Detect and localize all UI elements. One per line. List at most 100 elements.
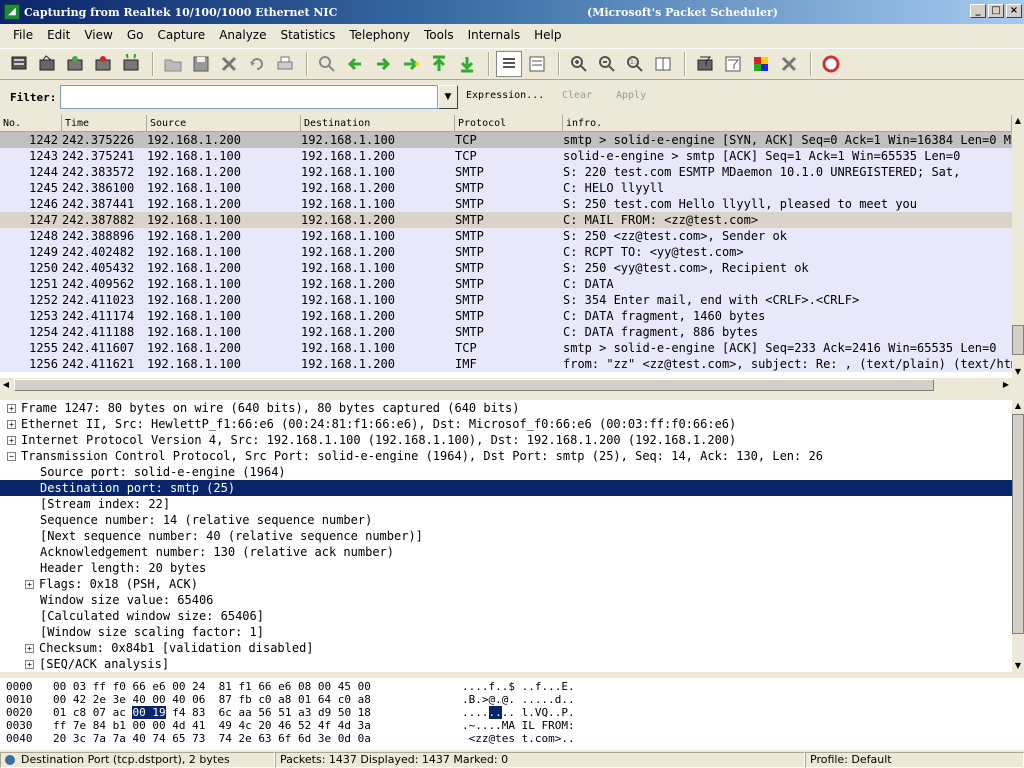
hex-row[interactable]: 0030 ff 7e 84 b1 00 00 4d 41 49 4c 20 46 … xyxy=(0,719,1024,732)
expand-icon[interactable]: + xyxy=(25,644,34,653)
go-last-icon[interactable] xyxy=(454,51,480,77)
collapse-icon[interactable]: − xyxy=(7,452,16,461)
zoom-out-icon[interactable] xyxy=(594,51,620,77)
packet-row[interactable]: 1255 242.411607 192.168.1.200 192.168.1.100… xyxy=(0,340,1012,356)
tree-node[interactable]: + Frame 1247: 80 bytes on wire (640 bits)… xyxy=(0,400,1012,416)
capture-options-icon[interactable] xyxy=(34,51,60,77)
capture-filters-icon[interactable] xyxy=(692,51,718,77)
hex-row[interactable]: 0020 01 c8 07 ac 00 19 f4 83 6c aa 56 51 … xyxy=(0,706,1024,719)
packet-row[interactable]: 1243 242.375241 192.168.1.100 192.168.1.200… xyxy=(0,148,1012,164)
preferences-icon[interactable] xyxy=(776,51,802,77)
restart-capture-icon[interactable] xyxy=(118,51,144,77)
filter-input[interactable] xyxy=(60,85,438,109)
close-file-icon[interactable] xyxy=(216,51,242,77)
packet-row[interactable]: 1252 242.411023 192.168.1.200 192.168.1.100… xyxy=(0,292,1012,308)
print-icon[interactable] xyxy=(272,51,298,77)
scroll-right-arrow-icon[interactable]: ▶ xyxy=(1000,379,1012,391)
clear-button[interactable]: Clear xyxy=(562,90,592,101)
apply-button[interactable]: Apply xyxy=(616,90,646,101)
expression-button[interactable]: Expression... xyxy=(466,90,544,101)
tree-node[interactable]: + Checksum: 0x84b1 [validation disabled] xyxy=(0,640,1012,656)
start-capture-icon[interactable] xyxy=(62,51,88,77)
auto-scroll-icon[interactable] xyxy=(524,51,550,77)
packet-row[interactable]: 1256 242.411621 192.168.1.100 192.168.1.200… xyxy=(0,356,1012,372)
packet-row[interactable]: 1245 242.386100 192.168.1.100 192.168.1.200… xyxy=(0,180,1012,196)
save-file-icon[interactable] xyxy=(188,51,214,77)
column-protocol[interactable]: Protocol xyxy=(455,115,563,131)
tree-node[interactable]: − Transmission Control Protocol, Src Port… xyxy=(0,448,1012,464)
packet-row[interactable]: 1254 242.411188 192.168.1.100 192.168.1.200… xyxy=(0,324,1012,340)
expand-icon[interactable]: + xyxy=(25,660,34,669)
expand-icon[interactable]: + xyxy=(7,420,16,429)
filter-dropdown-button[interactable]: ▼ xyxy=(438,85,458,109)
interfaces-icon[interactable] xyxy=(6,51,32,77)
status-profile[interactable]: Profile: Default xyxy=(805,752,1024,768)
tree-node[interactable]: Destination port: smtp (25) xyxy=(0,480,1012,496)
tree-node[interactable]: Source port: solid-e-engine (1964) xyxy=(0,464,1012,480)
tree-node[interactable]: + Internet Protocol Version 4, Src: 192.1… xyxy=(0,432,1012,448)
find-packet-icon[interactable] xyxy=(314,51,340,77)
minimize-button[interactable]: _ xyxy=(970,4,986,18)
coloring-rules-icon[interactable] xyxy=(748,51,774,77)
go-forward-icon[interactable] xyxy=(370,51,396,77)
go-first-icon[interactable] xyxy=(426,51,452,77)
hex-row[interactable]: 0010 00 42 2e 3e 40 00 40 06 87 fb c0 a8 … xyxy=(0,693,1024,706)
scroll-left-arrow-icon[interactable]: ◀ xyxy=(0,379,12,391)
packet-row[interactable]: 1249 242.402482 192.168.1.100 192.168.1.200… xyxy=(0,244,1012,260)
stop-capture-icon[interactable] xyxy=(90,51,116,77)
menu-statistics[interactable]: Statistics xyxy=(273,24,342,46)
tree-node[interactable]: + [SEQ/ACK analysis] xyxy=(0,656,1012,672)
tree-node[interactable]: Header length: 20 bytes xyxy=(0,560,1012,576)
expert-info-icon[interactable] xyxy=(5,755,15,765)
maximize-button[interactable]: □ xyxy=(988,4,1004,18)
close-button[interactable]: × xyxy=(1006,4,1022,18)
expand-icon[interactable]: + xyxy=(7,436,16,445)
reload-icon[interactable] xyxy=(244,51,270,77)
resize-columns-icon[interactable] xyxy=(650,51,676,77)
menu-edit[interactable]: Edit xyxy=(40,24,77,46)
expand-icon[interactable]: + xyxy=(7,404,16,413)
display-filters-icon[interactable] xyxy=(720,51,746,77)
menu-analyze[interactable]: Analyze xyxy=(212,24,273,46)
packet-list-scroll-thumb[interactable] xyxy=(1012,325,1024,355)
menu-help[interactable]: Help xyxy=(527,24,568,46)
packet-list-hscrollbar[interactable]: ◀ ▶ xyxy=(0,378,1012,392)
tree-node[interactable]: [Stream index: 22] xyxy=(0,496,1012,512)
tree-node[interactable]: + Ethernet II, Src: HewlettP_f1:66:e6 (00… xyxy=(0,416,1012,432)
details-scroll-thumb[interactable] xyxy=(1012,414,1024,634)
scroll-up-arrow-icon[interactable]: ▲ xyxy=(1012,115,1024,127)
details-scrollbar[interactable]: ▲ ▼ xyxy=(1012,400,1024,672)
tree-node[interactable]: + Flags: 0x18 (PSH, ACK) xyxy=(0,576,1012,592)
hex-row[interactable]: 0000 00 03 ff f0 66 e6 00 24 81 f1 66 e6 … xyxy=(0,680,1024,693)
scroll-down-arrow-icon[interactable]: ▼ xyxy=(1012,660,1024,672)
menu-file[interactable]: File xyxy=(6,24,40,46)
menu-view[interactable]: View xyxy=(77,24,119,46)
go-to-packet-icon[interactable] xyxy=(398,51,424,77)
packet-row[interactable]: 1248 242.388896 192.168.1.200 192.168.1.100… xyxy=(0,228,1012,244)
tree-node[interactable]: Window size value: 65406 xyxy=(0,592,1012,608)
colorize-icon[interactable] xyxy=(496,51,522,77)
packet-row[interactable]: 1247 242.387882 192.168.1.100 192.168.1.200… xyxy=(0,212,1012,228)
column-info[interactable]: infro. xyxy=(563,115,1012,131)
open-file-icon[interactable] xyxy=(160,51,186,77)
tree-node[interactable]: [Window size scaling factor: 1] xyxy=(0,624,1012,640)
packet-row[interactable]: 1242 242.375226 192.168.1.200 192.168.1.100… xyxy=(0,132,1012,148)
column-destination[interactable]: Destination xyxy=(301,115,455,131)
packet-row[interactable]: 1244 242.383572 192.168.1.200 192.168.1.100… xyxy=(0,164,1012,180)
tree-node[interactable]: [Next sequence number: 40 (relative sequ… xyxy=(0,528,1012,544)
menu-telephony[interactable]: Telephony xyxy=(342,24,417,46)
packet-row[interactable]: 1251 242.409562 192.168.1.100 192.168.1.200… xyxy=(0,276,1012,292)
expand-icon[interactable]: + xyxy=(25,580,34,589)
column-source[interactable]: Source xyxy=(147,115,301,131)
tree-node[interactable]: [Calculated window size: 65406] xyxy=(0,608,1012,624)
packet-row[interactable]: 1250 242.405432 192.168.1.200 192.168.1.100… xyxy=(0,260,1012,276)
packet-row[interactable]: 1253 242.411174 192.168.1.100 192.168.1.200… xyxy=(0,308,1012,324)
zoom-in-icon[interactable] xyxy=(566,51,592,77)
go-back-icon[interactable] xyxy=(342,51,368,77)
menu-go[interactable]: Go xyxy=(120,24,151,46)
scroll-up-arrow-icon[interactable]: ▲ xyxy=(1012,400,1024,412)
column-time[interactable]: Time xyxy=(62,115,147,131)
packet-list-scrollbar[interactable]: ▲ ▼ xyxy=(1012,115,1024,378)
hex-row[interactable]: 0040 20 3c 7a 7a 40 74 65 73 74 2e 63 6f … xyxy=(0,732,1024,745)
pane-splitter[interactable] xyxy=(0,393,1024,399)
